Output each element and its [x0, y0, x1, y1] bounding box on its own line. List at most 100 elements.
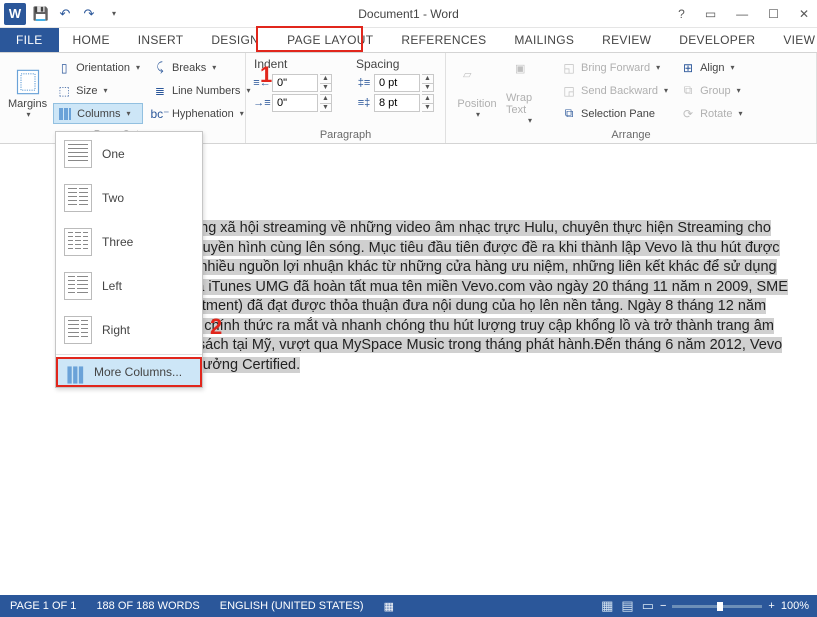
- columns-one[interactable]: One: [56, 132, 202, 176]
- minimize-button[interactable]: —: [732, 5, 752, 23]
- redo-button[interactable]: ↷: [80, 5, 98, 23]
- align-button[interactable]: ⊞Align▾: [677, 57, 745, 78]
- selection-pane-icon: ⧉: [561, 106, 577, 122]
- columns-two-icon: [64, 184, 92, 212]
- tab-design[interactable]: DESIGN: [197, 28, 273, 52]
- indent-right-down[interactable]: ▼: [320, 104, 331, 112]
- spacing-before-up[interactable]: ▲: [422, 75, 433, 84]
- align-icon: ⊞: [680, 60, 696, 76]
- ribbon-display-options[interactable]: ▭: [701, 5, 720, 23]
- breaks-icon: ⤹: [152, 60, 168, 76]
- more-columns-icon: [66, 365, 86, 379]
- zoom-in-button[interactable]: +: [768, 600, 774, 612]
- spacing-after-icon: ≡‡: [356, 95, 372, 111]
- web-layout-button[interactable]: ▭: [642, 598, 654, 614]
- columns-left[interactable]: Left: [56, 264, 202, 308]
- spacing-label: Spacing: [356, 57, 434, 71]
- word-count-status[interactable]: 188 OF 188 WORDS: [86, 600, 209, 612]
- spacing-after-input[interactable]: [374, 94, 420, 112]
- columns-icon: [57, 106, 73, 122]
- word-app-icon: W: [4, 3, 26, 25]
- hyphenation-button[interactable]: bc⁻Hyphenation▾: [149, 103, 254, 124]
- spacing-after-up[interactable]: ▲: [422, 95, 433, 104]
- margins-label: Margins: [8, 98, 47, 110]
- zoom-slider[interactable]: [672, 605, 762, 608]
- indent-right-input[interactable]: [272, 94, 318, 112]
- columns-button[interactable]: Columns▾: [53, 103, 143, 124]
- ribbon-tabs: FILE HOME INSERT DESIGN PAGE LAYOUT REFE…: [0, 28, 817, 52]
- bring-forward-button: ◱Bring Forward▾: [558, 57, 671, 78]
- indent-left-up[interactable]: ▲: [320, 75, 331, 84]
- indent-left-icon: ≡←: [254, 75, 270, 91]
- columns-one-icon: [64, 140, 92, 168]
- position-button: ▱ Position▾: [454, 57, 500, 129]
- indent-left-input[interactable]: [272, 74, 318, 92]
- columns-dropdown: One Two Three Left Right More Columns...: [55, 131, 203, 388]
- help-button[interactable]: ?: [674, 5, 689, 23]
- arrange-label: Arrange: [454, 129, 808, 143]
- macro-status[interactable]: ▦: [374, 600, 404, 613]
- window-title: Document1 - Word: [358, 7, 458, 21]
- send-backward-icon: ◲: [561, 83, 577, 99]
- tab-mailings[interactable]: MAILINGS: [500, 28, 588, 52]
- margins-button[interactable]: Margins ▾: [8, 57, 47, 129]
- tab-view[interactable]: VIEW: [769, 28, 817, 52]
- tab-insert[interactable]: INSERT: [124, 28, 198, 52]
- indent-left-down[interactable]: ▼: [320, 84, 331, 92]
- tab-developer[interactable]: DEVELOPER: [665, 28, 769, 52]
- tab-home[interactable]: HOME: [59, 28, 124, 52]
- columns-right-icon: [64, 316, 92, 344]
- columns-three-icon: [64, 228, 92, 256]
- rotate-icon: ⟳: [680, 106, 696, 122]
- paragraph-group: Indent ≡← ▲▼ →≡ ▲▼ Spacing ‡≡: [246, 53, 446, 143]
- indent-label: Indent: [254, 57, 332, 71]
- qat-customize[interactable]: ▾: [104, 5, 122, 23]
- zoom-out-button[interactable]: −: [660, 600, 666, 612]
- more-columns-button[interactable]: More Columns...: [58, 359, 200, 385]
- paragraph-label: Paragraph: [254, 129, 437, 143]
- tab-file[interactable]: FILE: [0, 28, 59, 52]
- save-button[interactable]: 💾: [32, 5, 50, 23]
- spacing-before-down[interactable]: ▼: [422, 84, 433, 92]
- group-icon: ⧉: [680, 83, 696, 99]
- tab-page-layout[interactable]: PAGE LAYOUT: [273, 28, 387, 52]
- line-numbers-button[interactable]: ≣Line Numbers▾: [149, 80, 254, 101]
- wrap-text-icon: ▣: [515, 62, 543, 90]
- indent-right-up[interactable]: ▲: [320, 95, 331, 104]
- undo-button[interactable]: ↶: [56, 5, 74, 23]
- close-button[interactable]: ✕: [795, 5, 813, 23]
- position-icon: ▱: [463, 68, 491, 96]
- read-mode-button[interactable]: ▦: [601, 598, 613, 614]
- rotate-button: ⟳Rotate▾: [677, 103, 745, 124]
- wrap-text-button: ▣ Wrap Text▾: [506, 57, 552, 129]
- columns-two[interactable]: Two: [56, 176, 202, 220]
- page-number-status[interactable]: PAGE 1 OF 1: [0, 600, 86, 612]
- indent-right-icon: →≡: [254, 95, 270, 111]
- maximize-button[interactable]: ☐: [764, 5, 783, 23]
- columns-right[interactable]: Right: [56, 308, 202, 352]
- spacing-before-input[interactable]: [374, 74, 420, 92]
- page-setup-group: Margins ▾ ▯Orientation▾ ⬚Size▾ Columns▾ …: [0, 53, 246, 143]
- selection-pane-button[interactable]: ⧉Selection Pane: [558, 103, 671, 124]
- arrange-group: ▱ Position▾ ▣ Wrap Text▾ ◱Bring Forward▾…: [446, 53, 817, 143]
- columns-three[interactable]: Three: [56, 220, 202, 264]
- tab-review[interactable]: REVIEW: [588, 28, 665, 52]
- language-status[interactable]: ENGLISH (UNITED STATES): [210, 600, 374, 612]
- quick-access-toolbar: 💾 ↶ ↷ ▾: [32, 5, 122, 23]
- zoom-level[interactable]: 100%: [781, 600, 809, 612]
- spacing-before-icon: ‡≡: [356, 75, 372, 91]
- orientation-button[interactable]: ▯Orientation▾: [53, 57, 143, 78]
- columns-left-icon: [64, 272, 92, 300]
- dropdown-separator: [56, 354, 202, 355]
- print-layout-button[interactable]: ▤: [621, 598, 633, 614]
- margins-icon: [14, 68, 42, 96]
- size-button[interactable]: ⬚Size▾: [53, 80, 143, 101]
- group-objects-button: ⧉Group▾: [677, 80, 745, 101]
- tab-references[interactable]: REFERENCES: [387, 28, 500, 52]
- spacing-after-down[interactable]: ▼: [422, 104, 433, 112]
- breaks-button[interactable]: ⤹Breaks▾: [149, 57, 254, 78]
- bring-forward-icon: ◱: [561, 60, 577, 76]
- line-numbers-icon: ≣: [152, 83, 168, 99]
- title-bar: W 💾 ↶ ↷ ▾ Document1 - Word ? ▭ — ☐ ✕: [0, 0, 817, 28]
- size-icon: ⬚: [56, 83, 72, 99]
